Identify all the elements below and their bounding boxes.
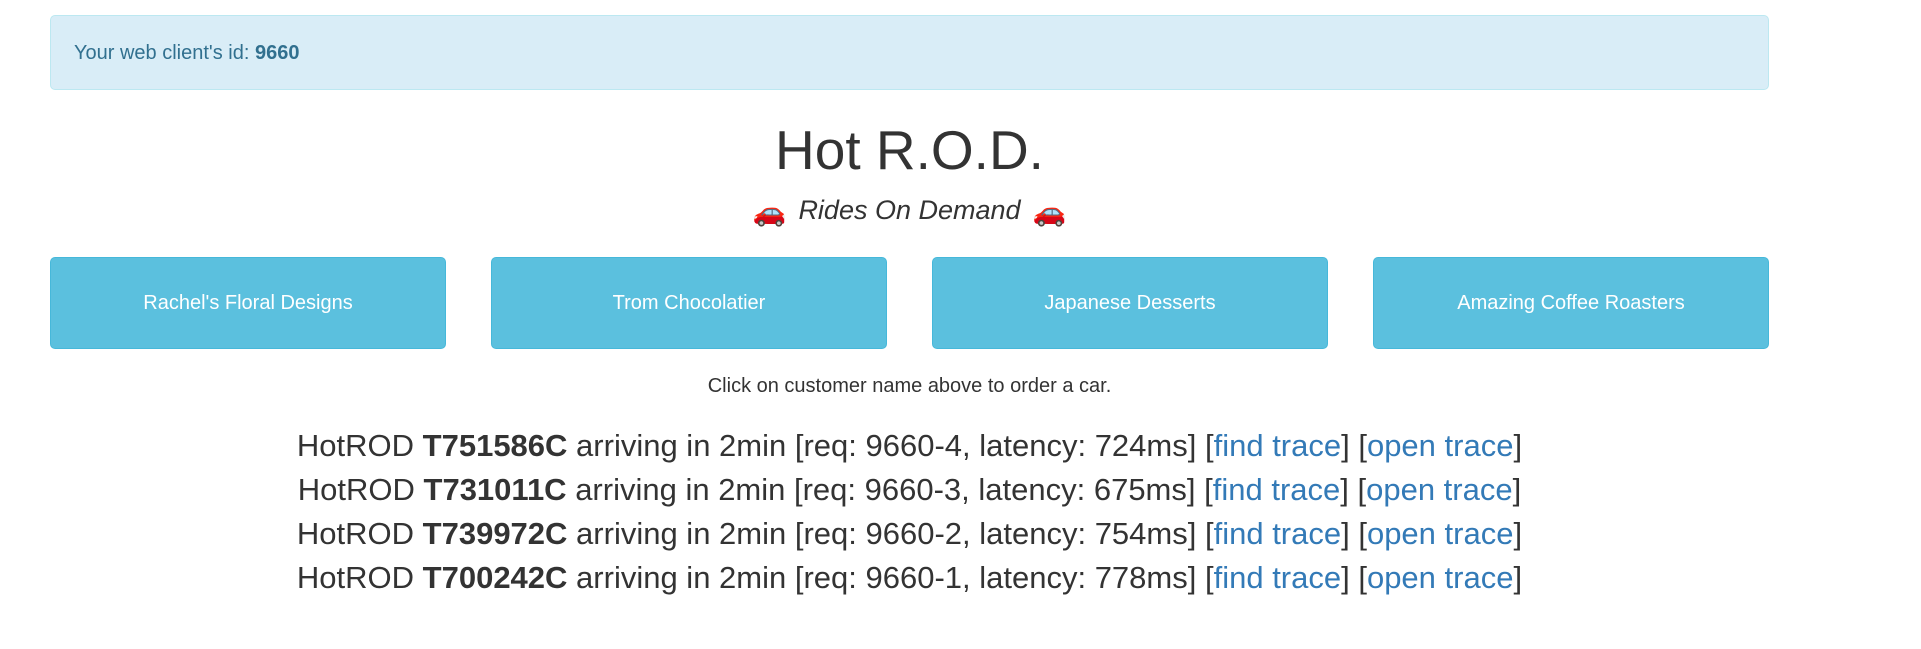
ride-prefix: HotROD	[296, 560, 423, 595]
find-trace-link[interactable]: find trace	[1213, 472, 1341, 507]
customer-button-rachels-floral-designs[interactable]: Rachel's Floral Designs	[50, 257, 446, 349]
ride-suffix: ]	[1513, 560, 1523, 595]
ride-line: HotROD T700242C arriving in 2min [req: 9…	[50, 556, 1769, 600]
client-id-value: 9660	[254, 42, 300, 64]
ride-suffix: ]	[1513, 516, 1523, 551]
ride-car-id: T739972C	[422, 516, 568, 551]
ride-details: arriving in 2min [req: 9660-2, latency: …	[567, 516, 1214, 551]
page-subtitle: 🚗 Rides On Demand 🚗	[50, 192, 1769, 230]
ride-details: arriving in 2min [req: 9660-1, latency: …	[567, 560, 1214, 595]
ride-suffix: ]	[1512, 472, 1522, 507]
open-trace-link[interactable]: open trace	[1366, 472, 1513, 507]
customer-button-trom-chocolatier[interactable]: Trom Chocolatier	[491, 257, 887, 349]
find-trace-link[interactable]: find trace	[1214, 516, 1342, 551]
ride-car-id: T731011C	[423, 472, 567, 507]
ride-separator: ] [	[1340, 472, 1367, 507]
ride-prefix: HotROD	[297, 472, 424, 507]
ride-line: HotROD T751586C arriving in 2min [req: 9…	[50, 424, 1769, 468]
ride-line: HotROD T739972C arriving in 2min [req: 9…	[50, 512, 1769, 556]
ride-separator: ] [	[1341, 516, 1367, 551]
car-icon: 🚗	[752, 196, 787, 227]
ride-separator: ] [	[1341, 428, 1367, 463]
find-trace-link[interactable]: find trace	[1214, 428, 1342, 463]
ride-car-id: T700242C	[422, 560, 568, 595]
ride-details: arriving in 2min [req: 9660-4, latency: …	[567, 428, 1214, 463]
find-trace-link[interactable]: find trace	[1214, 560, 1342, 595]
ride-car-id: T751586C	[422, 428, 568, 463]
client-id-label: Your web client's id:	[74, 42, 255, 64]
open-trace-link[interactable]: open trace	[1367, 428, 1514, 463]
client-id-alert: Your web client's id: 9660	[50, 15, 1769, 90]
customer-button-amazing-coffee-roasters[interactable]: Amazing Coffee Roasters	[1373, 257, 1769, 349]
ride-list: HotROD T751586C arriving in 2min [req: 9…	[50, 424, 1769, 600]
ride-prefix: HotROD	[296, 516, 423, 551]
ride-line: HotROD T731011C arriving in 2min [req: 9…	[50, 468, 1769, 512]
car-icon: 🚗	[1032, 196, 1067, 227]
ride-separator: ] [	[1341, 560, 1367, 595]
ride-details: arriving in 2min [req: 9660-3, latency: …	[566, 472, 1213, 507]
page-title: Hot R.O.D.	[775, 119, 1044, 181]
open-trace-link[interactable]: open trace	[1367, 516, 1514, 551]
open-trace-link[interactable]: open trace	[1367, 560, 1514, 595]
ride-prefix: HotROD	[296, 428, 423, 463]
customer-buttons: Rachel's Floral Designs Trom Chocolatier…	[50, 257, 1771, 349]
ride-suffix: ]	[1513, 428, 1523, 463]
customer-button-japanese-desserts[interactable]: Japanese Desserts	[932, 257, 1328, 349]
subtitle-text: Rides On Demand	[798, 195, 1021, 225]
order-hint: Click on customer name above to order a …	[707, 375, 1112, 397]
